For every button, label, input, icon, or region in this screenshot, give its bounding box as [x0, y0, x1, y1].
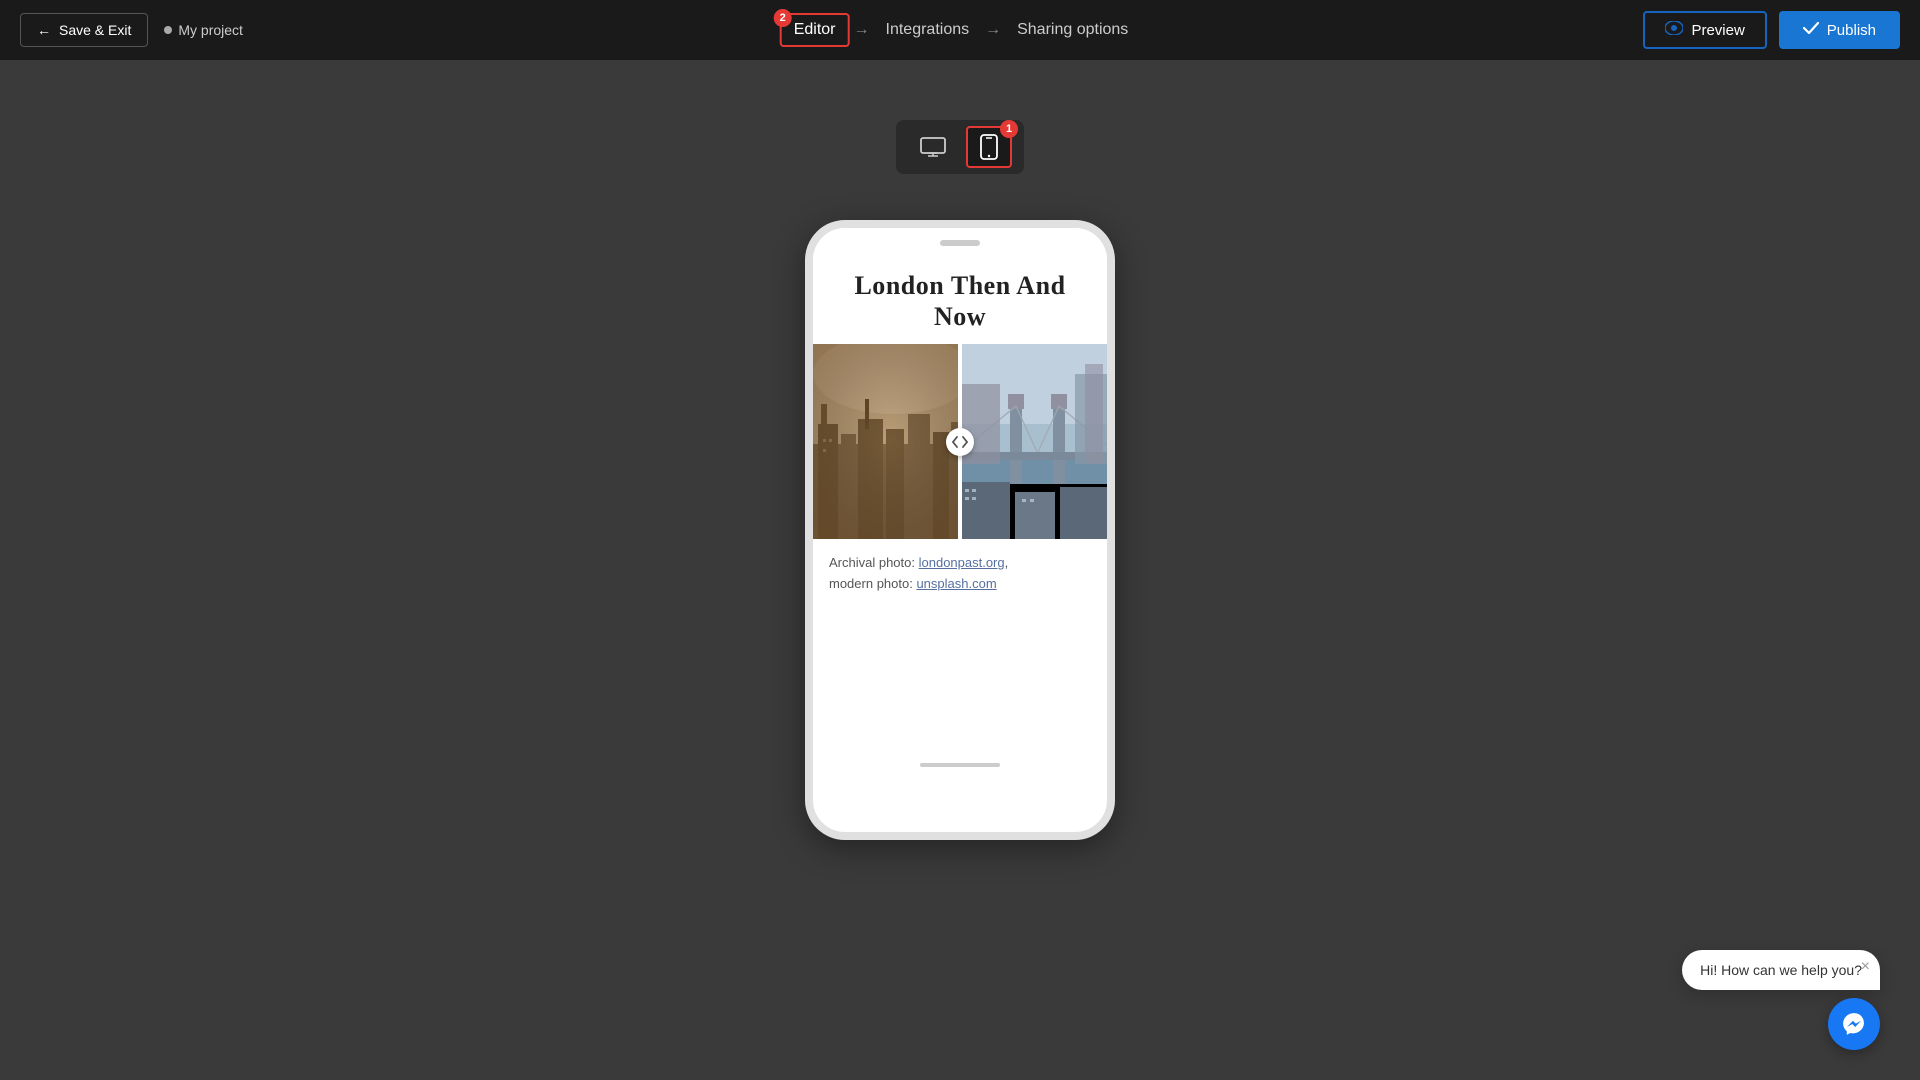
slider-circle-icon[interactable] — [946, 428, 974, 456]
phone-home-indicator — [920, 763, 1000, 767]
top-navigation: ← Save & Exit My project 2 Editor → Inte… — [0, 0, 1920, 60]
nav-steps: 2 Editor → Integrations → Sharing option… — [780, 13, 1141, 47]
desktop-icon — [920, 137, 946, 157]
preview-label: Preview — [1691, 22, 1744, 39]
before-image-art — [813, 344, 960, 539]
arrow-left-icon: ← — [37, 22, 51, 38]
modern-link[interactable]: unsplash.com — [916, 576, 996, 591]
canvas-area: 1 London Then And Now — [0, 60, 1920, 1080]
phone-content: London Then And Now — [813, 254, 1107, 615]
phone-frame: London Then And Now — [805, 220, 1115, 840]
desktop-device-button[interactable] — [908, 131, 958, 163]
save-exit-label: Save & Exit — [59, 22, 131, 38]
project-indicator: My project — [164, 22, 243, 38]
project-name: My project — [178, 22, 243, 38]
after-image-art — [960, 344, 1107, 539]
phone-bottom-bar — [813, 755, 1107, 779]
publish-label: Publish — [1827, 22, 1876, 39]
caption-text: Archival photo: — [829, 555, 919, 570]
nav-step-sharing[interactable]: Sharing options — [1005, 13, 1140, 47]
check-icon — [1803, 21, 1819, 39]
eye-icon — [1665, 21, 1683, 39]
chat-open-button[interactable] — [1828, 998, 1880, 1050]
chat-message-text: Hi! How can we help you? — [1700, 962, 1862, 978]
phone-speaker — [940, 240, 980, 246]
image-comparison-slider[interactable] — [813, 344, 1107, 539]
phone-container: London Then And Now — [805, 220, 1115, 840]
mobile-device-button[interactable]: 1 — [966, 126, 1012, 168]
phone-top-bar — [813, 228, 1107, 254]
page-title: London Then And Now — [813, 254, 1107, 344]
mobile-icon — [980, 134, 998, 160]
nav-step-integrations[interactable]: Integrations — [874, 13, 982, 47]
caption-separator: modern photo: — [829, 576, 916, 591]
editor-badge: 2 — [774, 9, 792, 27]
step-arrow-2: → — [985, 21, 1001, 39]
messenger-icon — [1841, 1011, 1867, 1037]
publish-button[interactable]: Publish — [1779, 11, 1900, 49]
device-switcher: 1 — [896, 120, 1024, 174]
before-image — [813, 344, 960, 539]
right-actions: Preview Publish — [1643, 11, 1900, 49]
sharing-step-label[interactable]: Sharing options — [1005, 13, 1140, 47]
mobile-badge: 1 — [1000, 120, 1018, 138]
phone-whitespace — [813, 615, 1107, 755]
archival-link[interactable]: londonpast.org — [919, 555, 1005, 570]
chat-bubble: Hi! How can we help you? × — [1682, 950, 1880, 990]
slider-handle[interactable] — [958, 344, 962, 539]
preview-button[interactable]: Preview — [1643, 11, 1766, 49]
photo-caption: Archival photo: londonpast.org, modern p… — [813, 539, 1107, 615]
after-image — [960, 344, 1107, 539]
integrations-step-label[interactable]: Integrations — [874, 13, 982, 47]
step-arrow-1: → — [854, 21, 870, 39]
nav-step-editor[interactable]: 2 Editor — [780, 13, 850, 47]
chat-close-button[interactable]: × — [1861, 958, 1870, 976]
save-exit-button[interactable]: ← Save & Exit — [20, 13, 148, 47]
project-dot-icon — [164, 26, 172, 34]
